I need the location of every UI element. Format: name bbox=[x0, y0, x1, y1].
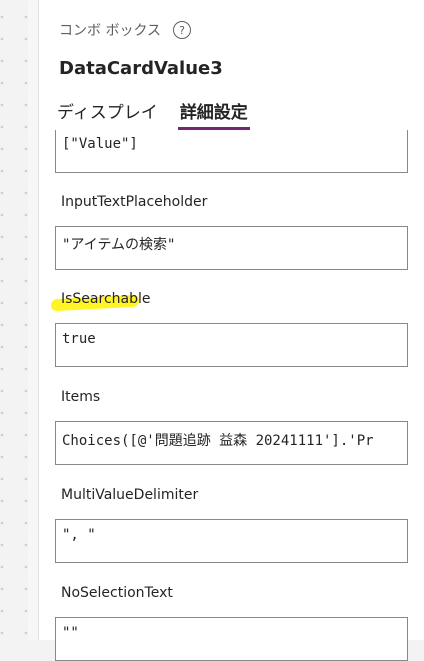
tab-display[interactable]: ディスプレイ bbox=[55, 98, 160, 130]
property-label: InputTextPlaceholder bbox=[61, 194, 208, 210]
no-selection-text-field[interactable]: "" bbox=[55, 617, 408, 661]
input-text-placeholder-field[interactable]: "アイテムの検索" bbox=[55, 226, 408, 270]
control-type-header: コンボ ボックス ? bbox=[59, 20, 192, 40]
items-field[interactable]: Choices([@'問題追跡 益森 20241111'].'Pr bbox=[55, 421, 408, 465]
properties-panel: コンボ ボックス ? DataCardValue3 ディスプレイ 詳細設定 ["… bbox=[39, 0, 424, 661]
tab-bar: ディスプレイ 詳細設定 bbox=[55, 98, 250, 130]
panel-splitter[interactable] bbox=[28, 0, 39, 640]
multi-value-delimiter-field[interactable]: ", " bbox=[55, 519, 408, 563]
canvas-grid bbox=[0, 0, 28, 640]
tab-advanced[interactable]: 詳細設定 bbox=[177, 98, 250, 130]
property-label: MultiValueDelimiter bbox=[61, 487, 199, 503]
control-name: DataCardValue3 bbox=[59, 58, 223, 79]
control-type-label: コンボ ボックス bbox=[59, 23, 162, 39]
property-label: Items bbox=[61, 389, 101, 405]
property-label: NoSelectionText bbox=[61, 585, 173, 601]
property-label: IsSearchable bbox=[61, 291, 151, 307]
property-value-field[interactable]: ["Value"] bbox=[55, 130, 408, 173]
is-searchable-field[interactable]: true bbox=[55, 323, 408, 367]
help-icon[interactable]: ? bbox=[173, 21, 192, 39]
